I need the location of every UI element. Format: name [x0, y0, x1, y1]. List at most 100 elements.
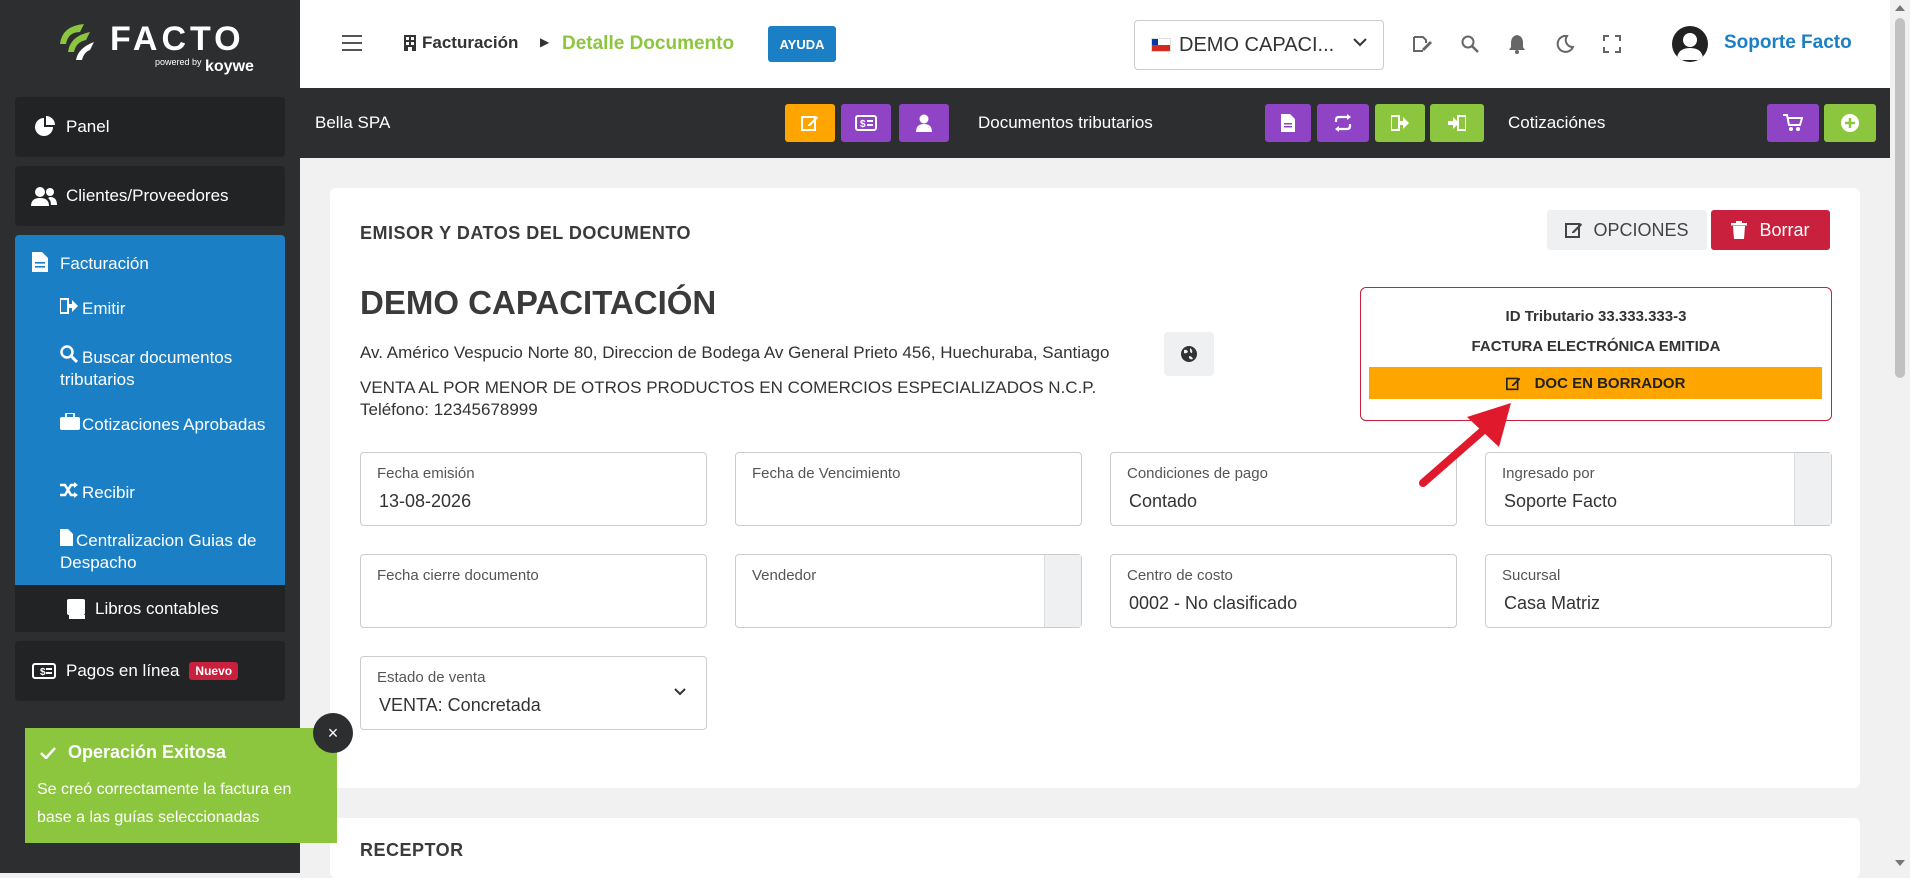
field-value: VENTA: Concretada: [379, 695, 541, 715]
company-select[interactable]: DEMO CAPACI...: [1134, 20, 1384, 70]
client-billing-button[interactable]: $: [841, 104, 891, 142]
edit-client-button[interactable]: [785, 104, 835, 142]
chevron-down-icon: [1353, 38, 1367, 47]
draft-status-label: DOC EN BORRADOR: [1534, 374, 1686, 392]
toast-close-button[interactable]: ×: [313, 713, 353, 753]
field-value: Contado: [1129, 491, 1198, 511]
add-quote-button[interactable]: [1824, 104, 1876, 142]
file-icon: [1281, 114, 1295, 132]
sidebar-item-label: Libros contables: [95, 598, 219, 618]
help-button[interactable]: AYUDA: [768, 26, 836, 62]
breadcrumb-section[interactable]: Facturación: [404, 33, 518, 53]
entered-by-field[interactable]: Ingresado por Soporte Facto: [1485, 452, 1832, 526]
sidebar-subitem-centralizacion[interactable]: Centralizacion Guias de Despacho: [60, 529, 275, 574]
branch-field[interactable]: Sucursal Casa Matriz: [1485, 554, 1832, 628]
check-icon: [40, 746, 56, 759]
edit-icon: [1505, 377, 1520, 390]
new-document-button[interactable]: [1265, 104, 1311, 142]
sidebar-subitem-label: Emitir: [82, 299, 126, 318]
cart-button[interactable]: [1767, 104, 1819, 142]
recurring-document-button[interactable]: [1317, 104, 1369, 142]
sign-in-icon: [1448, 115, 1466, 131]
options-button[interactable]: OPCIONES: [1547, 210, 1707, 250]
sign-out-icon: [59, 298, 80, 320]
book-icon: [67, 598, 85, 619]
sidebar-subitem-recibir[interactable]: Recibir: [60, 482, 275, 504]
options-label: OPCIONES: [1593, 219, 1689, 240]
fullscreen-icon[interactable]: [1600, 32, 1624, 56]
field-value: Soporte Facto: [1504, 491, 1618, 511]
quotes-label: Cotizaciónes: [1508, 113, 1606, 132]
annotation-arrow: [1419, 403, 1511, 487]
signature-icon[interactable]: [1410, 32, 1434, 56]
import-button[interactable]: [1430, 104, 1484, 142]
field-label: Sucursal: [1502, 567, 1561, 584]
sidebar-item-facturacion[interactable]: Facturación: [15, 235, 285, 293]
issuer-activity: VENTA AL POR MENOR DE OTROS PRODUCTOS EN…: [360, 378, 1097, 397]
issuer-phone: Teléfono: 12345678999: [360, 400, 538, 419]
hamburger-menu-icon[interactable]: [342, 35, 362, 53]
sidebar-item-panel[interactable]: Panel: [15, 97, 285, 157]
shuffle-icon: [60, 482, 80, 504]
scroll-down-icon[interactable]: [1895, 860, 1905, 866]
svg-text:$: $: [40, 667, 46, 678]
toast-message: Se creó correctamente la factura en base…: [37, 781, 292, 826]
issue-date-field[interactable]: Fecha emisión 13-08-2026: [360, 452, 707, 526]
moon-icon[interactable]: [1553, 32, 1577, 56]
sale-status-select[interactable]: Estado de venta VENTA: Concretada: [360, 656, 707, 730]
sidebar-subitem-emitir[interactable]: Emitir: [59, 298, 275, 320]
payment-terms-field[interactable]: Condiciones de pago Contado: [1110, 452, 1457, 526]
delete-button[interactable]: Borrar: [1711, 210, 1830, 250]
sidebar-item-clientes[interactable]: Clientes/Proveedores: [15, 166, 285, 226]
caret-right-icon: ▶: [540, 35, 550, 49]
scroll-thumb[interactable]: [1895, 18, 1905, 378]
money-bill-icon: $: [30, 660, 58, 682]
field-value: 0002 - No clasificado: [1129, 593, 1298, 613]
briefcase-icon: [60, 412, 80, 436]
field-value: Casa Matriz: [1504, 593, 1601, 613]
toast-title: Operación Exitosa: [68, 742, 227, 762]
sidebar-subitem-buscar[interactable]: Buscar documentos tributarios: [60, 345, 275, 391]
sidebar-item-libros[interactable]: Libros contables: [15, 585, 285, 632]
facto-logo[interactable]: FACTO powered by koywe: [50, 14, 260, 76]
sidebar-item-label: Pagos en línea: [66, 661, 180, 680]
sidebar-subitem-cotizaciones[interactable]: Cotizaciones Aprobadas: [60, 412, 275, 436]
close-date-field[interactable]: Fecha cierre documento: [360, 554, 707, 628]
scroll-up-icon[interactable]: [1895, 5, 1905, 11]
money-bill-icon: $: [855, 115, 877, 131]
due-date-field[interactable]: Fecha de Vencimiento: [735, 452, 1082, 526]
seller-field[interactable]: Vendedor: [735, 554, 1082, 628]
document-type: FACTURA ELECTRÓNICA EMITIDA: [1471, 338, 1721, 355]
trash-icon: [1731, 221, 1748, 239]
toast-title-row: Operación Exitosa: [40, 742, 226, 763]
user-icon: [916, 114, 932, 132]
client-name: Bella SPA: [315, 113, 391, 132]
map-button[interactable]: [1164, 332, 1214, 376]
company-select-value: DEMO CAPACI...: [1179, 33, 1335, 56]
bell-icon[interactable]: [1505, 32, 1529, 56]
client-profile-button[interactable]: [899, 104, 949, 142]
success-toast: Operación Exitosa Se creó correctamente …: [25, 728, 337, 843]
delete-label: Borrar: [1759, 219, 1810, 240]
page-scrollbar[interactable]: [1890, 0, 1910, 873]
issuer-name: DEMO CAPACITACIÓN: [360, 284, 717, 321]
sidebar-item-label: Facturación: [60, 254, 149, 273]
field-label: Estado de venta: [377, 669, 486, 686]
documents-label: Documentos tributarios: [978, 113, 1153, 132]
field-label: Condiciones de pago: [1127, 465, 1268, 482]
repeat-icon: [1334, 114, 1352, 132]
logo-brand: koywe: [205, 58, 254, 75]
field-label: Fecha de Vencimiento: [752, 465, 901, 482]
pie-chart-icon: [30, 116, 58, 138]
search-icon[interactable]: [1458, 32, 1482, 56]
sidebar-subitem-label: Recibir: [82, 483, 135, 502]
field-label: Centro de costo: [1127, 567, 1233, 584]
globe-icon: [1181, 346, 1197, 362]
sidebar-item-pagos[interactable]: $ Pagos en línea Nuevo: [15, 641, 285, 701]
user-name[interactable]: Soporte Facto: [1724, 32, 1852, 54]
tax-id: ID Tributario 33.333.333-3: [1505, 308, 1687, 325]
export-button[interactable]: [1375, 104, 1425, 142]
avatar[interactable]: [1672, 26, 1708, 62]
cost-center-field[interactable]: Centro de costo 0002 - No clasificado: [1110, 554, 1457, 628]
breadcrumb-current: Detalle Documento: [562, 33, 735, 54]
